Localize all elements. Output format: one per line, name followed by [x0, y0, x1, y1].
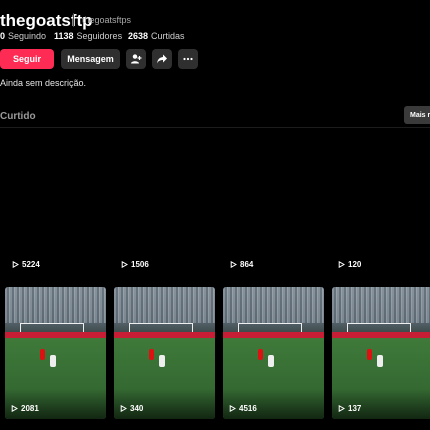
- thumbnail-player: [258, 349, 263, 360]
- nickname: thegoatsftps: [82, 15, 132, 25]
- video-views-2[interactable]: 1506: [121, 260, 149, 269]
- following-stat[interactable]: 0 Seguindo: [0, 31, 46, 42]
- followers-label: Seguidores: [76, 31, 123, 41]
- video-thumbnail[interactable]: 2081: [5, 287, 106, 419]
- likes-count: 2638: [128, 31, 149, 41]
- thumbnail-player: [268, 355, 274, 367]
- tab-liked[interactable]: Curtido: [0, 111, 36, 122]
- views-count: 120: [348, 260, 362, 269]
- video-views: 340: [120, 404, 143, 413]
- message-button[interactable]: Mensagem: [61, 49, 120, 69]
- thumbnail-player: [159, 355, 165, 367]
- username: thegoatsftp: [0, 11, 93, 30]
- video-thumbnail[interactable]: 4516: [223, 287, 324, 419]
- video-views: 137: [338, 404, 361, 413]
- thumbnail-crowd: [5, 287, 106, 323]
- thumbnail-player: [367, 349, 372, 360]
- play-icon: [229, 405, 236, 412]
- follow-button[interactable]: Seguir: [0, 49, 54, 69]
- following-count: 0: [0, 31, 6, 41]
- thumbnail-crowd: [223, 287, 324, 323]
- thumbnail-crowd: [114, 287, 215, 323]
- video-thumbnail[interactable]: 137: [332, 287, 430, 419]
- more-options-button[interactable]: [178, 49, 198, 69]
- views-count: 1506: [131, 260, 149, 269]
- video-views-1[interactable]: 5224: [12, 260, 40, 269]
- video-thumbnail[interactable]: 340: [114, 287, 215, 419]
- share-arrow-icon: [157, 54, 167, 64]
- person-add-icon: [131, 54, 142, 64]
- thumbnail-player: [149, 349, 154, 360]
- divider: [73, 13, 74, 27]
- likes-label: Curtidas: [151, 31, 185, 41]
- following-label: Seguindo: [8, 31, 47, 41]
- views-count: 340: [130, 404, 144, 413]
- views-count: 864: [240, 260, 254, 269]
- views-count: 4516: [239, 404, 257, 413]
- more-button[interactable]: Mais r: [404, 106, 430, 124]
- views-count: 5224: [22, 260, 40, 269]
- thumbnail-player: [377, 355, 383, 367]
- tab-divider: [0, 127, 430, 128]
- bio-text: Ainda sem descrição.: [0, 78, 87, 88]
- likes-stat: 2638 Curtidas: [128, 31, 185, 42]
- followers-count: 1138: [54, 31, 74, 41]
- video-views: 4516: [229, 404, 257, 413]
- play-icon: [120, 405, 127, 412]
- ellipsis-icon: [183, 57, 193, 61]
- play-icon: [338, 405, 345, 412]
- thumbnail-crowd: [332, 287, 430, 323]
- video-views: 2081: [11, 404, 39, 413]
- views-count: 137: [348, 404, 362, 413]
- play-icon: [121, 261, 128, 268]
- video-views-4[interactable]: 120: [338, 260, 361, 269]
- thumbnail-player: [40, 349, 45, 360]
- play-icon: [230, 261, 237, 268]
- add-friend-button[interactable]: [126, 49, 146, 69]
- followers-stat[interactable]: 1138 Seguidores: [54, 31, 122, 42]
- share-button[interactable]: [152, 49, 172, 69]
- play-icon: [11, 405, 18, 412]
- video-views-3[interactable]: 864: [230, 260, 253, 269]
- thumbnail-player: [50, 355, 56, 367]
- play-icon: [12, 261, 19, 268]
- play-icon: [338, 261, 345, 268]
- views-count: 2081: [21, 404, 39, 413]
